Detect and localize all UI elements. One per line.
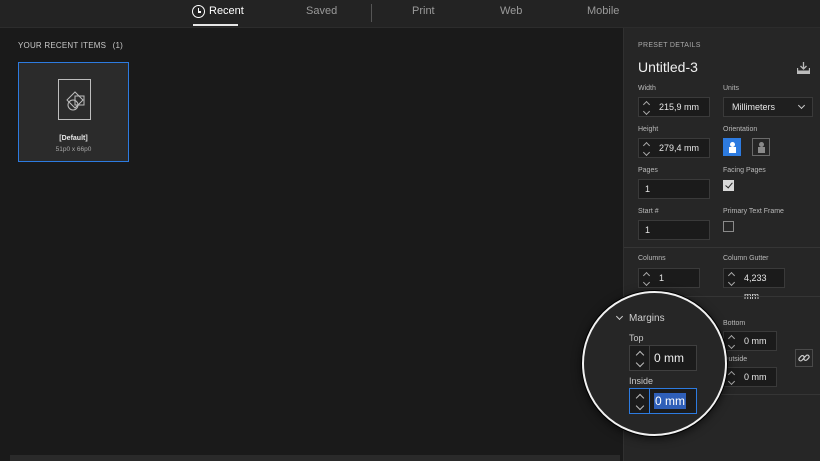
facing-pages-checkbox[interactable] — [723, 180, 734, 191]
column-gutter-label: Column Gutter — [723, 255, 769, 262]
tab-saved[interactable]: Saved — [306, 5, 337, 17]
preset-name-field[interactable]: Untitled-3 — [638, 59, 698, 75]
recent-item-name: [Default] — [59, 135, 88, 142]
pages-field[interactable]: 1 — [638, 179, 710, 199]
width-value: 215,9 mm — [659, 102, 700, 112]
outside-margin-stepper[interactable] — [727, 370, 737, 386]
primary-text-frame-checkbox[interactable] — [723, 221, 734, 232]
start-page-label: Start # — [638, 208, 659, 215]
active-tab-indicator — [193, 24, 238, 26]
recent-items-count: (1) — [112, 41, 123, 50]
landscape-orientation-button[interactable] — [752, 138, 770, 156]
width-field[interactable]: 215,9 mm — [638, 97, 710, 117]
pages-label: Pages — [638, 167, 658, 174]
columns-stepper[interactable] — [642, 271, 652, 287]
horizontal-scrollbar[interactable] — [10, 455, 620, 461]
orientation-label: Orientation — [723, 126, 758, 133]
columns-label: Columns — [638, 255, 666, 262]
top-margin-label: Top — [629, 333, 644, 343]
top-tab-bar: Recent Saved Print Web Mobile — [0, 0, 820, 28]
start-page-value: 1 — [645, 225, 651, 235]
primary-text-frame-label: Primary Text Frame — [723, 208, 784, 215]
margins-heading[interactable]: Margins — [629, 313, 665, 324]
columns-field[interactable]: 1 — [638, 268, 700, 288]
landscape-icon — [758, 142, 765, 153]
margins-magnifier: Margins Top 0 mm Inside 0 mm — [582, 291, 727, 436]
bottom-margin-label: Bottom — [723, 320, 746, 327]
tab-recent[interactable]: Recent — [209, 5, 244, 17]
facing-pages-label: Facing Pages — [723, 167, 766, 174]
preset-details-heading: PRESET DETAILS — [638, 42, 701, 49]
inside-margin-field[interactable]: 0 mm — [629, 388, 697, 414]
tab-web[interactable]: Web — [500, 5, 522, 17]
column-gutter-stepper[interactable] — [727, 271, 737, 287]
height-label: Height — [638, 126, 659, 133]
column-gutter-field[interactable]: 4,233 mm — [723, 268, 785, 301]
top-margin-value: 0 mm — [654, 351, 684, 365]
bottom-margin-stepper[interactable] — [727, 334, 737, 350]
inside-margin-label: Inside — [629, 376, 654, 386]
outside-margin-value: 0 mm — [744, 372, 767, 382]
portrait-orientation-button[interactable] — [723, 138, 741, 156]
inside-margin-stepper[interactable] — [634, 392, 646, 410]
height-stepper[interactable] — [642, 141, 652, 157]
outside-margin-field[interactable]: 0 mm — [723, 367, 777, 387]
width-label: Width — [638, 85, 656, 92]
units-label: Units — [723, 85, 739, 92]
portrait-icon — [729, 142, 736, 153]
chevron-down-icon — [797, 101, 806, 110]
top-margin-stepper[interactable] — [634, 349, 646, 367]
recent-item-size: 51p0 x 66p0 — [55, 146, 92, 153]
column-gutter-value: 4,233 mm — [744, 273, 767, 301]
height-field[interactable]: 279,4 mm — [638, 138, 710, 158]
document-shapes-icon — [58, 79, 91, 120]
recent-items-label: YOUR RECENT ITEMS — [18, 41, 107, 50]
chevron-down-icon[interactable] — [615, 312, 624, 321]
columns-value: 1 — [659, 273, 665, 283]
top-margin-field[interactable]: 0 mm — [629, 345, 697, 371]
bottom-margin-value: 0 mm — [744, 336, 767, 346]
field-divider — [649, 389, 650, 413]
pages-value: 1 — [645, 184, 651, 194]
clock-icon — [192, 5, 205, 18]
field-divider — [649, 346, 650, 370]
start-page-field[interactable]: 1 — [638, 220, 710, 240]
link-margins-icon[interactable] — [795, 349, 813, 367]
tab-print[interactable]: Print — [412, 5, 435, 17]
recent-item-card[interactable]: [Default] 51p0 x 66p0 — [18, 62, 129, 162]
inside-margin-value: 0 mm — [654, 393, 686, 409]
save-preset-icon[interactable] — [796, 61, 811, 75]
units-value: Millimeters — [732, 102, 776, 112]
bottom-margin-field[interactable]: 0 mm — [723, 331, 777, 351]
recent-items-title: YOUR RECENT ITEMS (1) — [18, 41, 123, 50]
tab-divider — [371, 4, 372, 22]
tab-mobile[interactable]: Mobile — [587, 5, 619, 17]
height-value: 279,4 mm — [659, 143, 700, 153]
section-divider — [624, 247, 820, 248]
width-stepper[interactable] — [642, 100, 652, 116]
units-select[interactable]: Millimeters — [723, 97, 813, 117]
